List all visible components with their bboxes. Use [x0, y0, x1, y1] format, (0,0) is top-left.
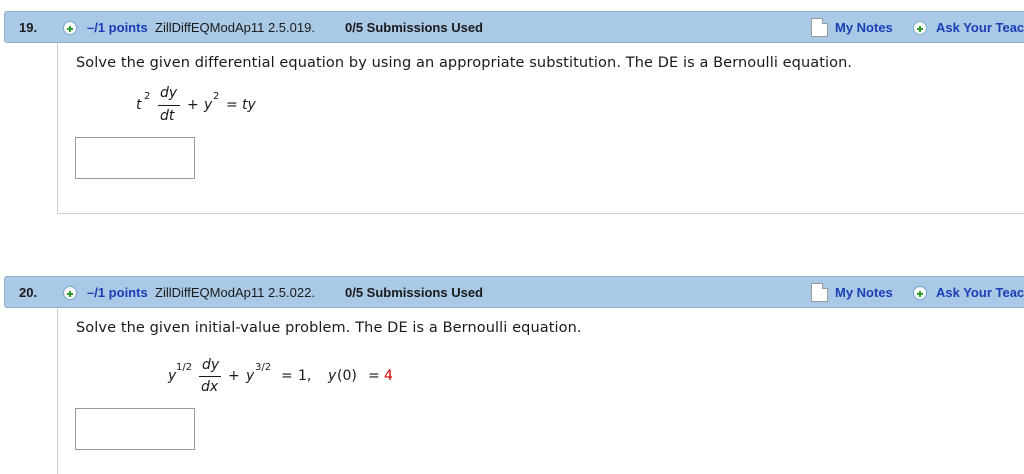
my-notes-link[interactable]: My Notes — [835, 20, 893, 35]
ask-teacher-link[interactable]: Ask Your Teacher — [936, 285, 1024, 300]
eq-frac-denominator: dt — [160, 108, 175, 124]
plus-circle-icon[interactable] — [63, 21, 77, 35]
points-label: –/1 points — [87, 285, 148, 300]
answer-input[interactable] — [75, 408, 195, 450]
ic-function: y — [328, 368, 337, 384]
question-19-body: Solve the given differential equation by… — [57, 43, 1024, 214]
question-number: 19. — [19, 20, 38, 35]
eq-rhs: ty — [242, 97, 256, 113]
submissions-used: 0/5 Submissions Used — [345, 285, 483, 300]
eq-equals: = — [281, 368, 293, 384]
eq-term: y — [204, 97, 213, 113]
ask-teacher-link[interactable]: Ask Your Teacher — [936, 20, 1024, 35]
question-source: ZillDiffEQModAp11 2.5.019. — [155, 20, 315, 35]
question-19-header: 19. –/1 points ZillDiffEQModAp11 2.5.019… — [4, 11, 1024, 43]
question-prompt: Solve the given initial-value problem. T… — [76, 320, 582, 336]
ic-value: 4 — [384, 368, 393, 384]
answer-input[interactable] — [75, 137, 195, 179]
eq-plus: + — [187, 97, 199, 113]
plus-circle-icon[interactable] — [913, 21, 927, 35]
eq-coefficient-exponent: 2 — [144, 91, 151, 102]
plus-circle-icon[interactable] — [63, 286, 77, 300]
question-20-body: Solve the given initial-value problem. T… — [57, 308, 1024, 474]
eq-equals: = — [226, 97, 238, 113]
eq-rhs: 1, — [298, 368, 312, 384]
question-prompt: Solve the given differential equation by… — [76, 55, 853, 71]
submissions-used: 0/5 Submissions Used — [345, 20, 483, 35]
equation: y 1/2 dy dx + y 3/2 = 1, y (0) = 4 — [168, 354, 428, 399]
note-page-icon[interactable] — [811, 283, 828, 302]
fraction-bar — [158, 105, 180, 106]
question-number: 20. — [19, 285, 38, 300]
eq-frac-numerator: dy — [202, 357, 220, 373]
question-source: ZillDiffEQModAp11 2.5.022. — [155, 285, 315, 300]
eq-plus: + — [228, 368, 240, 384]
eq-coefficient: t — [136, 97, 142, 113]
equation: t 2 dy dt + y 2 = ty — [136, 83, 356, 128]
points-label: –/1 points — [87, 20, 148, 35]
note-page-icon[interactable] — [811, 18, 828, 37]
eq-frac-denominator: dx — [201, 379, 219, 395]
eq-frac-numerator: dy — [160, 85, 178, 101]
my-notes-link[interactable]: My Notes — [835, 285, 893, 300]
fraction-bar — [199, 376, 221, 377]
ic-equals: = — [368, 368, 380, 384]
eq-term-exponent: 3/2 — [255, 362, 272, 373]
eq-term-exponent: 2 — [213, 91, 220, 102]
eq-coefficient-exponent: 1/2 — [176, 362, 193, 373]
question-20-header: 20. –/1 points ZillDiffEQModAp11 2.5.022… — [4, 276, 1024, 308]
ic-argument: (0) — [337, 368, 357, 384]
eq-term: y — [246, 368, 255, 384]
plus-circle-icon[interactable] — [913, 286, 927, 300]
